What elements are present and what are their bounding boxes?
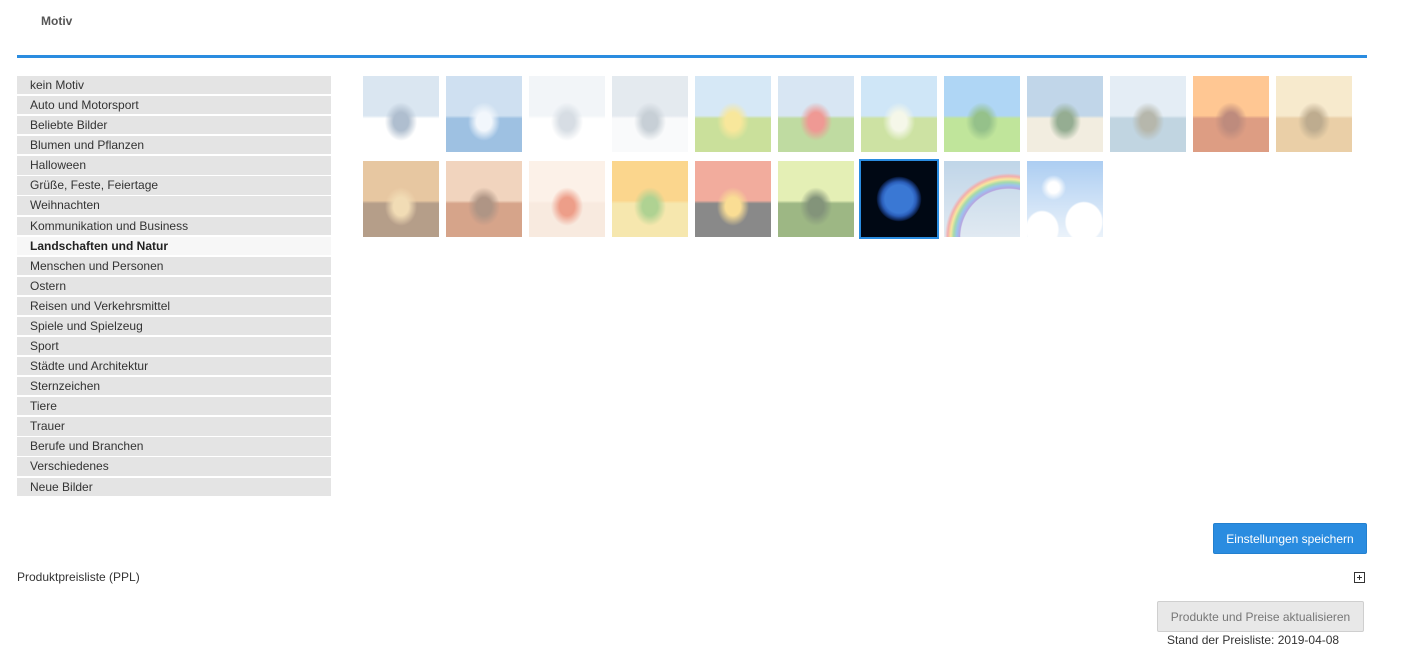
category-item[interactable]: Sternzeichen bbox=[17, 377, 331, 396]
motif-thumbnail-snowy-field-trees[interactable] bbox=[612, 76, 688, 152]
motif-thumbnail-sun-tree-field[interactable] bbox=[612, 161, 688, 237]
motif-thumbnail-desert-sunset-cactus[interactable] bbox=[1193, 76, 1269, 152]
category-item[interactable]: Grüße, Feste, Feiertage bbox=[17, 176, 331, 195]
plus-square-icon[interactable] bbox=[1354, 572, 1365, 583]
category-item[interactable]: Auto und Motorsport bbox=[17, 96, 331, 115]
category-item[interactable]: Menschen und Personen bbox=[17, 256, 331, 275]
category-item[interactable]: Verschiedenes bbox=[17, 457, 331, 476]
category-item[interactable]: kein Motiv bbox=[17, 76, 331, 95]
price-list-date: Stand der Preisliste: 2019-04-08 bbox=[1167, 633, 1340, 647]
motif-thumbnail-rainbow-sky[interactable] bbox=[944, 161, 1020, 237]
category-list: kein Motiv Auto und Motorsport Beliebte Bi… bbox=[17, 76, 331, 498]
motif-thumbnail-green-tree-road[interactable] bbox=[944, 76, 1020, 152]
category-item[interactable]: Neue Bilder bbox=[17, 477, 331, 496]
save-settings-button[interactable]: Einstellungen speichern bbox=[1213, 523, 1367, 554]
category-item[interactable]: Reisen und Verkehrsmittel bbox=[17, 296, 331, 316]
motif-thumbnail-autumn-forest[interactable] bbox=[363, 161, 439, 237]
motif-thumbnail-maple-leaf-reflection[interactable] bbox=[529, 161, 605, 237]
category-item[interactable]: Sport bbox=[17, 337, 331, 356]
motif-thumbnail-green-sunset-tree[interactable] bbox=[778, 161, 854, 237]
category-item[interactable]: Städte und Architektur bbox=[17, 357, 331, 376]
motif-thumbnail-hat-in-flower-meadow[interactable] bbox=[695, 76, 771, 152]
motif-thumbnail-tropical-beach[interactable] bbox=[1027, 76, 1103, 152]
motif-thumbnail-winter-gazebo[interactable] bbox=[529, 76, 605, 152]
category-item[interactable]: Beliebte Bilder bbox=[17, 116, 331, 135]
price-list-label: Produktpreisliste (PPL) bbox=[17, 570, 140, 584]
motif-thumbnail-earth-globe[interactable] bbox=[859, 159, 939, 239]
update-products-button[interactable]: Produkte und Preise aktualisieren bbox=[1157, 601, 1364, 632]
category-item[interactable]: Ostern bbox=[17, 276, 331, 295]
motif-thumbnail-desert-dunes-palm[interactable] bbox=[1276, 76, 1352, 152]
motif-thumbnail-birds-sunset[interactable] bbox=[695, 161, 771, 237]
category-item[interactable]: Trauer bbox=[17, 417, 331, 436]
motif-thumbnail-sun-clouds-sky[interactable] bbox=[1027, 161, 1103, 237]
category-item[interactable]: Landschaften und Natur bbox=[17, 236, 331, 255]
category-item[interactable]: Kommunikation und Business bbox=[17, 216, 331, 235]
category-item[interactable]: Tiere bbox=[17, 397, 331, 416]
category-item[interactable]: Berufe und Branchen bbox=[17, 437, 331, 456]
category-item[interactable]: Halloween bbox=[17, 156, 331, 175]
category-item[interactable]: Spiele und Spielzeug bbox=[17, 316, 331, 336]
motif-thumbnail-blue-mountain-lake[interactable] bbox=[446, 76, 522, 152]
motif-thumbnail-snowy-mountain-lake[interactable] bbox=[363, 76, 439, 152]
motif-thumbnail-autumn-trees[interactable] bbox=[446, 161, 522, 237]
motif-thumbnail-blossom-tree-path[interactable] bbox=[861, 76, 937, 152]
tab-underline bbox=[17, 55, 1367, 58]
category-item[interactable]: Weihnachten bbox=[17, 196, 331, 215]
motif-thumbnail-coastal-cliff[interactable] bbox=[1110, 76, 1186, 152]
category-item[interactable]: Blumen und Pflanzen bbox=[17, 136, 331, 155]
tab-title[interactable]: Motiv bbox=[41, 14, 72, 28]
motif-thumbnail-poppy-field[interactable] bbox=[778, 76, 854, 152]
